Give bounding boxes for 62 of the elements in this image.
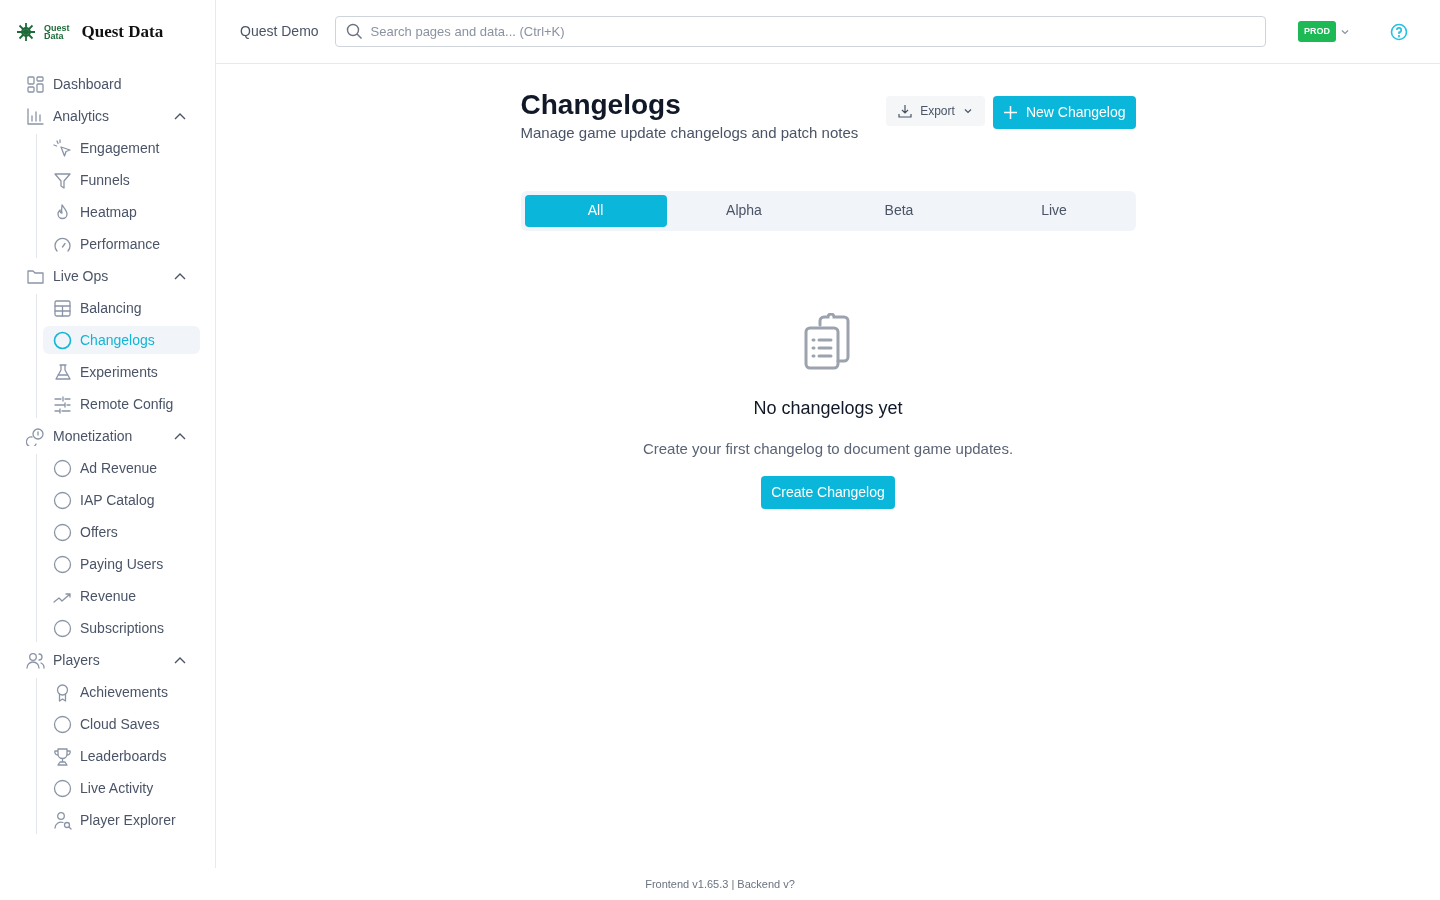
clipboard-icon (803, 312, 853, 371)
export-button[interactable]: Export (886, 96, 985, 126)
circle-icon (53, 618, 72, 638)
sidebar-item[interactable]: Heatmap (43, 198, 200, 226)
sidebar-item[interactable]: Player Explorer (43, 806, 200, 834)
sidebar-item[interactable]: Live Ops (26, 262, 199, 290)
empty-state-title: No changelogs yet (753, 396, 903, 420)
sidebar-item[interactable]: Balancing (43, 294, 200, 322)
filter-tab[interactable]: Alpha (666, 194, 822, 227)
sidebar-item[interactable]: Analytics (26, 102, 199, 130)
table-icon (53, 298, 72, 318)
sidebar-item[interactable]: Achievements (43, 678, 200, 706)
circle-icon (53, 330, 72, 350)
version-footer: Frontend v1.65.3 | Backend v? (0, 875, 1440, 892)
sidebar-item[interactable]: IAP Catalog (43, 486, 200, 514)
search-icon (345, 23, 363, 40)
sidebar-item[interactable]: Paying Users (43, 550, 200, 578)
sidebar-item[interactable]: Offers (43, 518, 200, 546)
sidebar-item[interactable]: Engagement (43, 134, 200, 162)
filter-tab[interactable]: Live (976, 194, 1132, 227)
circle-icon (53, 458, 72, 478)
bar-chart-icon (26, 106, 45, 126)
project-name: Quest Demo (240, 22, 319, 41)
trophy-icon (53, 746, 72, 766)
page-title: Changelogs (520, 88, 682, 122)
brand-name: Quest Data (81, 21, 164, 44)
circle-icon (53, 554, 72, 574)
sidebar-item[interactable]: Live Activity (43, 774, 200, 802)
sidebar-item[interactable]: Ad Revenue (43, 454, 200, 482)
user-search-icon (53, 810, 72, 830)
funnel-icon (53, 170, 72, 190)
sidebar-item[interactable]: Subscriptions (43, 614, 200, 642)
sidebar-item[interactable]: Leaderboards (43, 742, 200, 770)
plus-icon (1002, 105, 1018, 120)
sidebar-item[interactable]: Remote Config (43, 390, 200, 418)
empty-state-text: Create your first changelog to document game updates. (642, 438, 1014, 459)
flask-icon (53, 362, 72, 382)
search-field[interactable]: Search pages and data... (Ctrl+K) (334, 16, 1266, 47)
sidebar-item[interactable]: Funnels (43, 166, 200, 194)
sidebar-item[interactable]: Performance (43, 230, 200, 258)
circle-icon (53, 490, 72, 510)
sidebar-item[interactable]: Monetization (26, 422, 199, 450)
sidebar-item[interactable]: Players (26, 646, 199, 674)
sidebar-item[interactable]: Dashboard (26, 70, 199, 98)
grid-icon (26, 74, 45, 94)
circle-icon (53, 778, 72, 798)
caret-icon (962, 106, 973, 116)
sidebar-item[interactable]: Revenue (43, 582, 200, 610)
coins-icon (26, 426, 45, 446)
page-subtitle: Manage game update changelogs and patch notes (520, 123, 859, 143)
users-icon (26, 650, 45, 670)
logo-icon (16, 22, 36, 42)
download-icon (898, 104, 913, 118)
pointer-icon (53, 138, 72, 158)
logo-text: Data (44, 32, 64, 40)
sliders-icon (53, 394, 72, 414)
sidebar-item[interactable]: Experiments (43, 358, 200, 386)
circle-icon (53, 714, 72, 734)
logo-text: Quest (44, 24, 70, 32)
circle-icon (53, 522, 72, 542)
sidebar-item[interactable]: Cloud Saves (43, 710, 200, 738)
filter-tab[interactable]: Beta (821, 194, 977, 227)
